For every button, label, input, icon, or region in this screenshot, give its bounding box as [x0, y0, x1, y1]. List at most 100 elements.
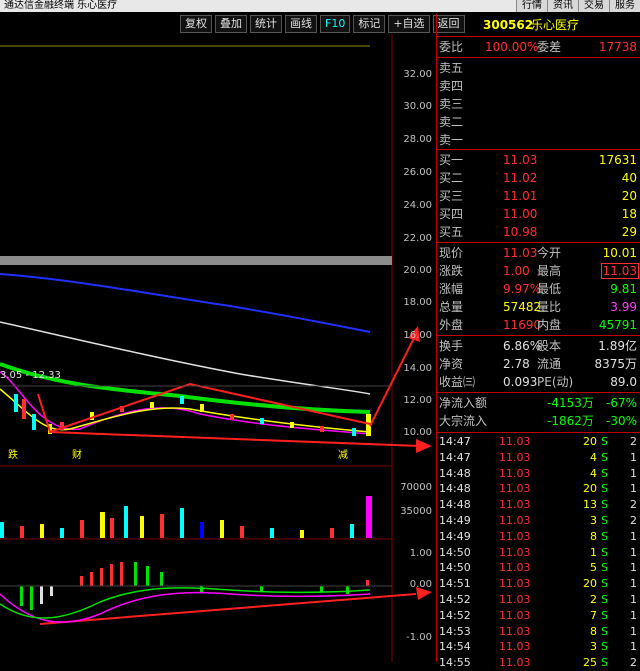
buy-row[interactable]: 买一 11.03 17631	[437, 151, 640, 169]
tick-row[interactable]: 14:47 11.03 4 S 1	[437, 450, 640, 466]
tick-side: S	[601, 498, 608, 512]
quote-label: 涨幅	[439, 282, 464, 296]
tick-side: S	[601, 482, 608, 496]
tick-price: 11.03	[499, 482, 531, 496]
tick-time: 14:52	[439, 593, 471, 606]
tick-row[interactable]: 14:47 11.03 20 S 2	[437, 434, 640, 450]
tick-count: 1	[630, 624, 637, 638]
tick-count: 1	[630, 466, 637, 480]
quote-row: 涨跌 1.00 最高 11.03	[437, 262, 640, 280]
tick-row[interactable]: 14:50 11.03 5 S 1	[437, 560, 640, 576]
tick-side: S	[601, 640, 608, 654]
quote-value: 11.03	[503, 246, 538, 260]
volume-tick: 70000	[400, 482, 432, 493]
buy-row[interactable]: 买二 11.02 40	[437, 169, 640, 187]
tick-row[interactable]: 14:50 11.03 1 S 1	[437, 545, 640, 561]
tick-side: S	[601, 450, 608, 464]
tick-row[interactable]: 14:49 11.03 3 S 2	[437, 513, 640, 529]
tick-price: 11.03	[499, 466, 531, 480]
buy-label: 买五	[439, 225, 464, 239]
tick-volume: 8	[590, 529, 597, 543]
quote-label: 今开	[537, 246, 562, 260]
tick-price: 11.03	[499, 656, 531, 670]
tick-time: 14:50	[439, 561, 471, 575]
menu-news[interactable]: 资讯	[547, 0, 578, 12]
buy-label: 买四	[439, 207, 464, 221]
tick-price: 11.03	[499, 435, 531, 448]
overlay-button[interactable]: 叠加	[215, 15, 247, 33]
tick-side: S	[601, 514, 608, 527]
price-tick: 30.00	[403, 101, 432, 112]
fund-value: 89.0	[610, 375, 637, 389]
sell-row[interactable]: 卖四	[437, 77, 640, 95]
macd-tick: 0.00	[409, 579, 432, 590]
tick-side: S	[601, 466, 608, 480]
sell-row[interactable]: 卖五	[437, 59, 640, 77]
tick-row[interactable]: 14:48 11.03 20 S 1	[437, 481, 640, 497]
volume-tick: 35000	[400, 506, 432, 517]
tick-row[interactable]: 14:55 11.03 25 S 2	[437, 655, 640, 671]
quote-value: 3.99	[610, 300, 637, 314]
tick-count: 2	[630, 656, 637, 670]
kline-chart-area[interactable]: 3.05 - 12.33 跌 财 减 32.00 30.00 28.00 26.…	[0, 34, 436, 662]
fund-value: 2.78	[503, 357, 530, 371]
tick-row[interactable]: 14:51 11.03 20 S 1	[437, 576, 640, 592]
tick-time: 14:49	[439, 514, 471, 527]
buy-row[interactable]: 买四 11.00 18	[437, 205, 640, 223]
trend-lines	[37, 333, 421, 625]
price-tick: 32.00	[403, 69, 432, 80]
tick-side: S	[601, 435, 608, 448]
sell-row[interactable]: 卖三	[437, 95, 640, 113]
quote-label: 外盘	[439, 318, 464, 332]
tick-row[interactable]: 14:48 11.03 13 S 2	[437, 497, 640, 513]
tick-row[interactable]: 14:52 11.03 7 S 1	[437, 608, 640, 624]
tick-row[interactable]: 14:52 11.03 2 S 1	[437, 592, 640, 608]
sell-row[interactable]: 卖二	[437, 113, 640, 131]
weicha-value: 17738	[598, 40, 637, 54]
kline-chart-svg	[0, 34, 432, 662]
flow-row: 净流入额 -4153万 -67%	[437, 394, 640, 412]
tick-time: 14:50	[439, 545, 471, 559]
fuquan-button[interactable]: 复权	[180, 15, 212, 33]
fund-label: 净资	[439, 357, 464, 371]
tick-time: 14:48	[439, 498, 471, 512]
annotation-jian: 减	[338, 450, 348, 461]
gray-band	[0, 256, 392, 265]
price-tick: 26.00	[403, 167, 432, 178]
tick-volume: 8	[590, 624, 597, 638]
stats-button[interactable]: 统计	[250, 15, 282, 33]
flow-value: -4153万	[547, 396, 594, 410]
add-watchlist-button[interactable]: +自选	[388, 15, 430, 33]
menu-service[interactable]: 服务	[609, 0, 640, 12]
quote-panel: 300562 乐心医疗 委比 100.00% 委差 17738 卖五 卖四 卖三…	[436, 14, 640, 669]
menu-trade[interactable]: 交易	[578, 0, 609, 12]
f10-button[interactable]: F10	[320, 15, 351, 33]
tick-price: 11.03	[499, 545, 531, 559]
tick-time: 14:47	[439, 450, 471, 464]
draw-line-button[interactable]: 画线	[285, 15, 317, 33]
buy-row[interactable]: 买五 10.98 29	[437, 223, 640, 241]
tick-row[interactable]: 14:48 11.03 4 S 1	[437, 466, 640, 482]
buy-price: 11.03	[503, 153, 538, 167]
buy-label: 买二	[439, 171, 464, 185]
fund-row: 收益㈢ 0.093 PE(动) 89.0	[437, 373, 640, 391]
annotation-die: 跌	[8, 450, 18, 461]
tick-price: 11.03	[499, 640, 531, 654]
tick-time: 14:52	[439, 608, 471, 622]
quote-value: 9.97%	[503, 282, 542, 296]
tick-side: S	[601, 624, 608, 638]
price-tick: 24.00	[403, 200, 432, 211]
sell-row[interactable]: 卖一	[437, 131, 640, 149]
menu-quotes[interactable]: 行情	[516, 0, 547, 12]
quote-row: 总量 57482 量比 3.99	[437, 298, 640, 316]
tick-row[interactable]: 14:54 11.03 3 S 1	[437, 639, 640, 655]
tick-row[interactable]: 14:53 11.03 8 S 1	[437, 624, 640, 640]
tick-count: 1	[630, 561, 637, 575]
buy-row[interactable]: 买三 11.01 20	[437, 187, 640, 205]
tick-count: 1	[630, 593, 637, 606]
price-tick: 22.00	[403, 233, 432, 244]
mark-button[interactable]: 标记	[353, 15, 386, 33]
tick-time: 14:48	[439, 466, 471, 480]
tick-volume: 3	[590, 640, 597, 654]
tick-row[interactable]: 14:49 11.03 8 S 1	[437, 529, 640, 545]
